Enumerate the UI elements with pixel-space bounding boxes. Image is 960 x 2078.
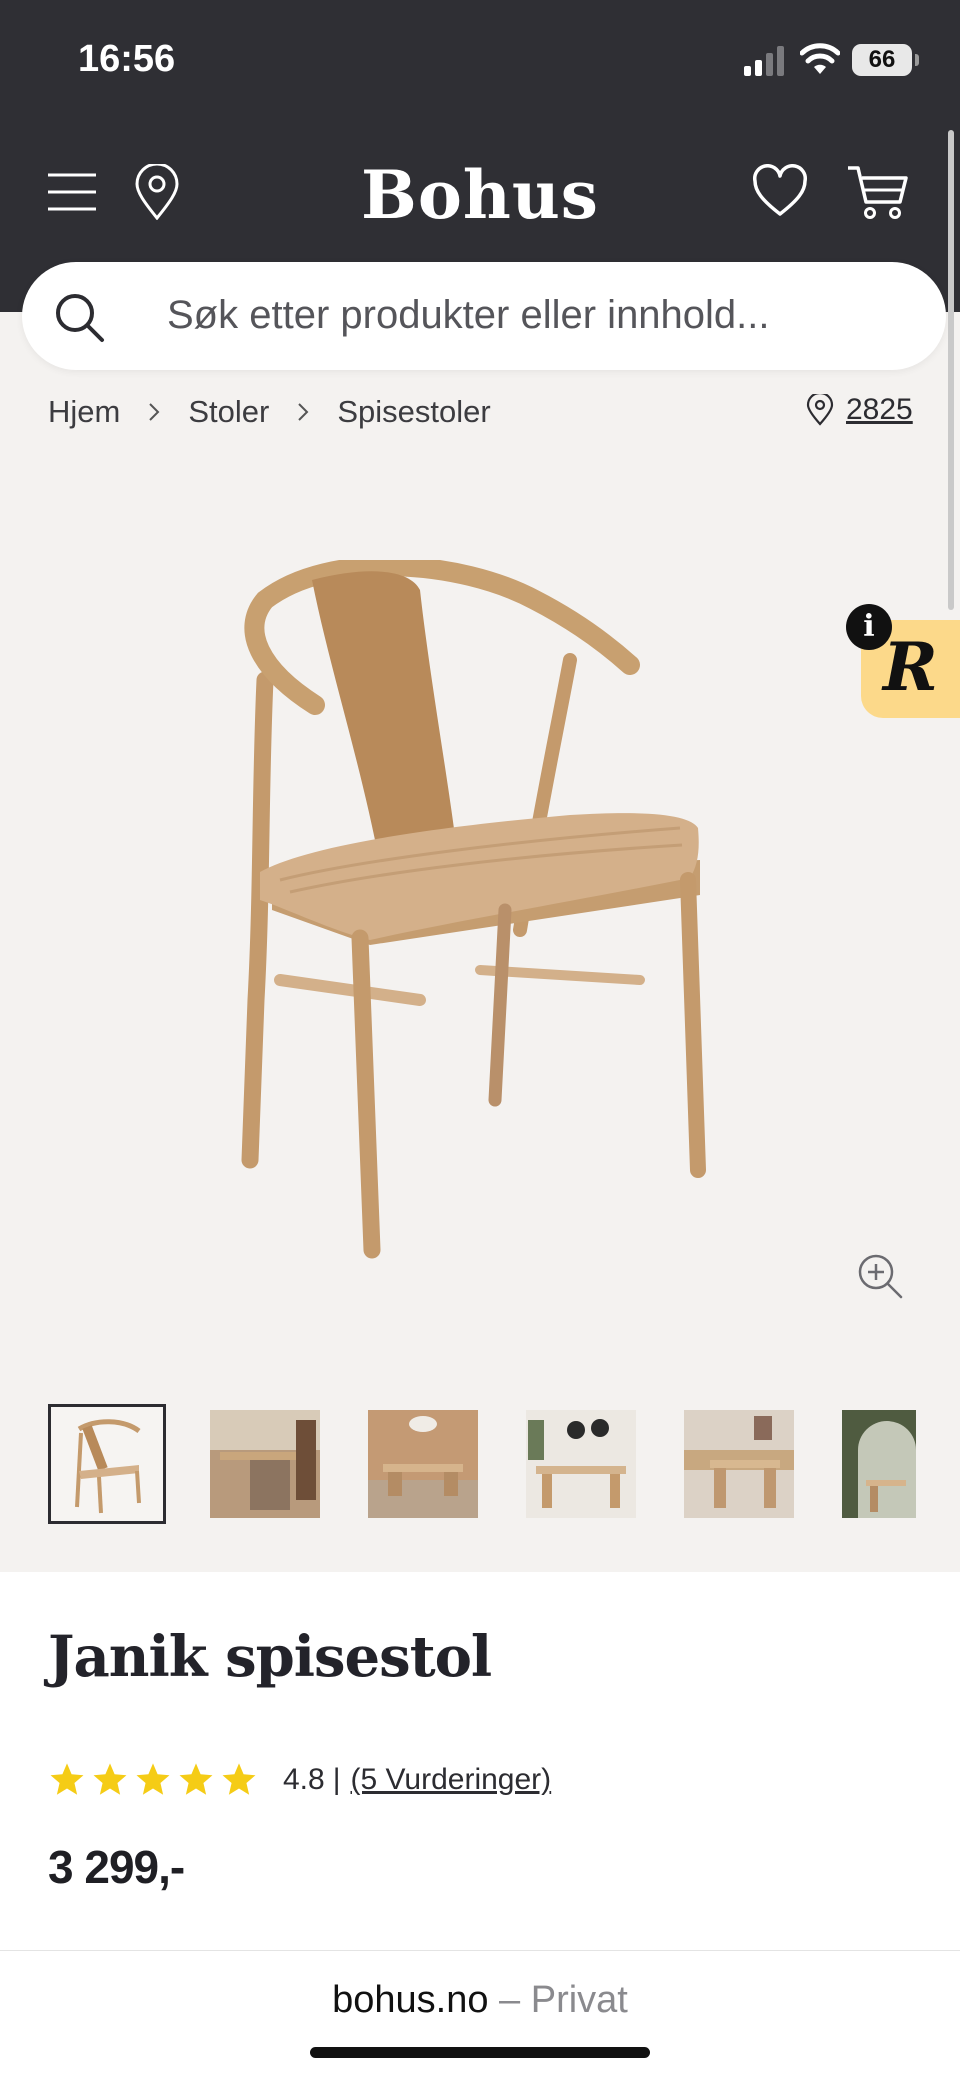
reviews-link[interactable]: (5 Vurderinger) xyxy=(351,1763,552,1797)
thumbnail-room-image xyxy=(684,1410,794,1518)
star-icon xyxy=(50,1763,84,1795)
location-pin-icon xyxy=(806,394,834,426)
star-rating xyxy=(48,1761,263,1799)
rating-score: 4.8 xyxy=(283,1763,325,1796)
star-icon xyxy=(179,1763,213,1795)
thumbnail-room-image xyxy=(526,1410,636,1518)
status-time: 16:56 xyxy=(78,38,176,80)
star-icon xyxy=(136,1763,170,1795)
breadcrumb-dining-chairs[interactable]: Spisestoler xyxy=(337,394,490,430)
thumbnail-room-image xyxy=(210,1410,320,1518)
status-bar: 16:56 66 xyxy=(0,0,960,120)
product-rating: 4.8 | (5 Vurderinger) xyxy=(48,1758,551,1802)
shopping-cart-icon[interactable] xyxy=(846,162,910,222)
store-number[interactable]: 2825 xyxy=(846,393,913,427)
wifi-icon xyxy=(800,43,840,74)
thumbnail-2[interactable] xyxy=(210,1410,320,1518)
search-bar[interactable]: Søk etter produkter eller innhold... xyxy=(22,262,946,370)
product-image-gallery[interactable] xyxy=(0,450,960,1350)
battery-indicator: 66 xyxy=(852,44,919,76)
info-icon[interactable]: i xyxy=(846,604,892,650)
breadcrumb-chairs[interactable]: Stoler xyxy=(188,394,269,430)
private-mode-label: – Privat xyxy=(488,1979,628,2021)
top-nav: Bohus xyxy=(0,150,960,240)
thumbnail-6[interactable] xyxy=(842,1410,916,1518)
product-info: Janik spisestol 4.8 | (5 Vurderinger) 3 … xyxy=(0,1572,960,1952)
thumbnail-room-image xyxy=(842,1410,916,1518)
thumbnail-strip xyxy=(48,1404,960,1526)
breadcrumb: Hjem Stoler Spisestoler xyxy=(48,392,491,432)
thumbnail-room-image xyxy=(368,1410,478,1518)
product-image-chair[interactable] xyxy=(220,560,740,1280)
thumbnail-chair-image xyxy=(75,1419,141,1514)
zoom-in-icon[interactable] xyxy=(856,1252,904,1300)
store-selector[interactable]: 2825 xyxy=(806,390,913,430)
breadcrumb-home[interactable]: Hjem xyxy=(48,394,120,430)
favorites-heart-icon[interactable] xyxy=(752,164,808,220)
chevron-right-icon xyxy=(149,403,160,421)
rating-separator: | xyxy=(332,1763,341,1796)
search-input[interactable]: Søk etter produkter eller innhold... xyxy=(167,293,770,338)
url-display[interactable]: bohus.no – Privat xyxy=(0,1979,960,2022)
thumbnail-3[interactable] xyxy=(368,1410,478,1518)
thumbnail-1[interactable] xyxy=(48,1404,166,1524)
product-title: Janik spisestol xyxy=(48,1624,492,1690)
browser-address-bar[interactable]: bohus.no – Privat xyxy=(0,1950,960,2078)
r-logo-icon: R xyxy=(883,628,938,706)
chevron-right-icon xyxy=(298,403,309,421)
signal-icon xyxy=(744,46,784,76)
search-icon xyxy=(56,294,104,342)
thumbnail-4[interactable] xyxy=(526,1410,636,1518)
bohus-logo[interactable]: Bohus xyxy=(330,156,630,234)
store-location-icon[interactable] xyxy=(134,164,180,220)
home-indicator[interactable] xyxy=(310,2047,650,2058)
star-icon xyxy=(93,1763,127,1795)
url-host: bohus.no xyxy=(332,1979,489,2021)
menu-icon[interactable] xyxy=(48,172,96,212)
product-price: 3 299,- xyxy=(48,1841,185,1893)
thumbnail-5[interactable] xyxy=(684,1410,794,1518)
star-icon xyxy=(222,1763,256,1795)
